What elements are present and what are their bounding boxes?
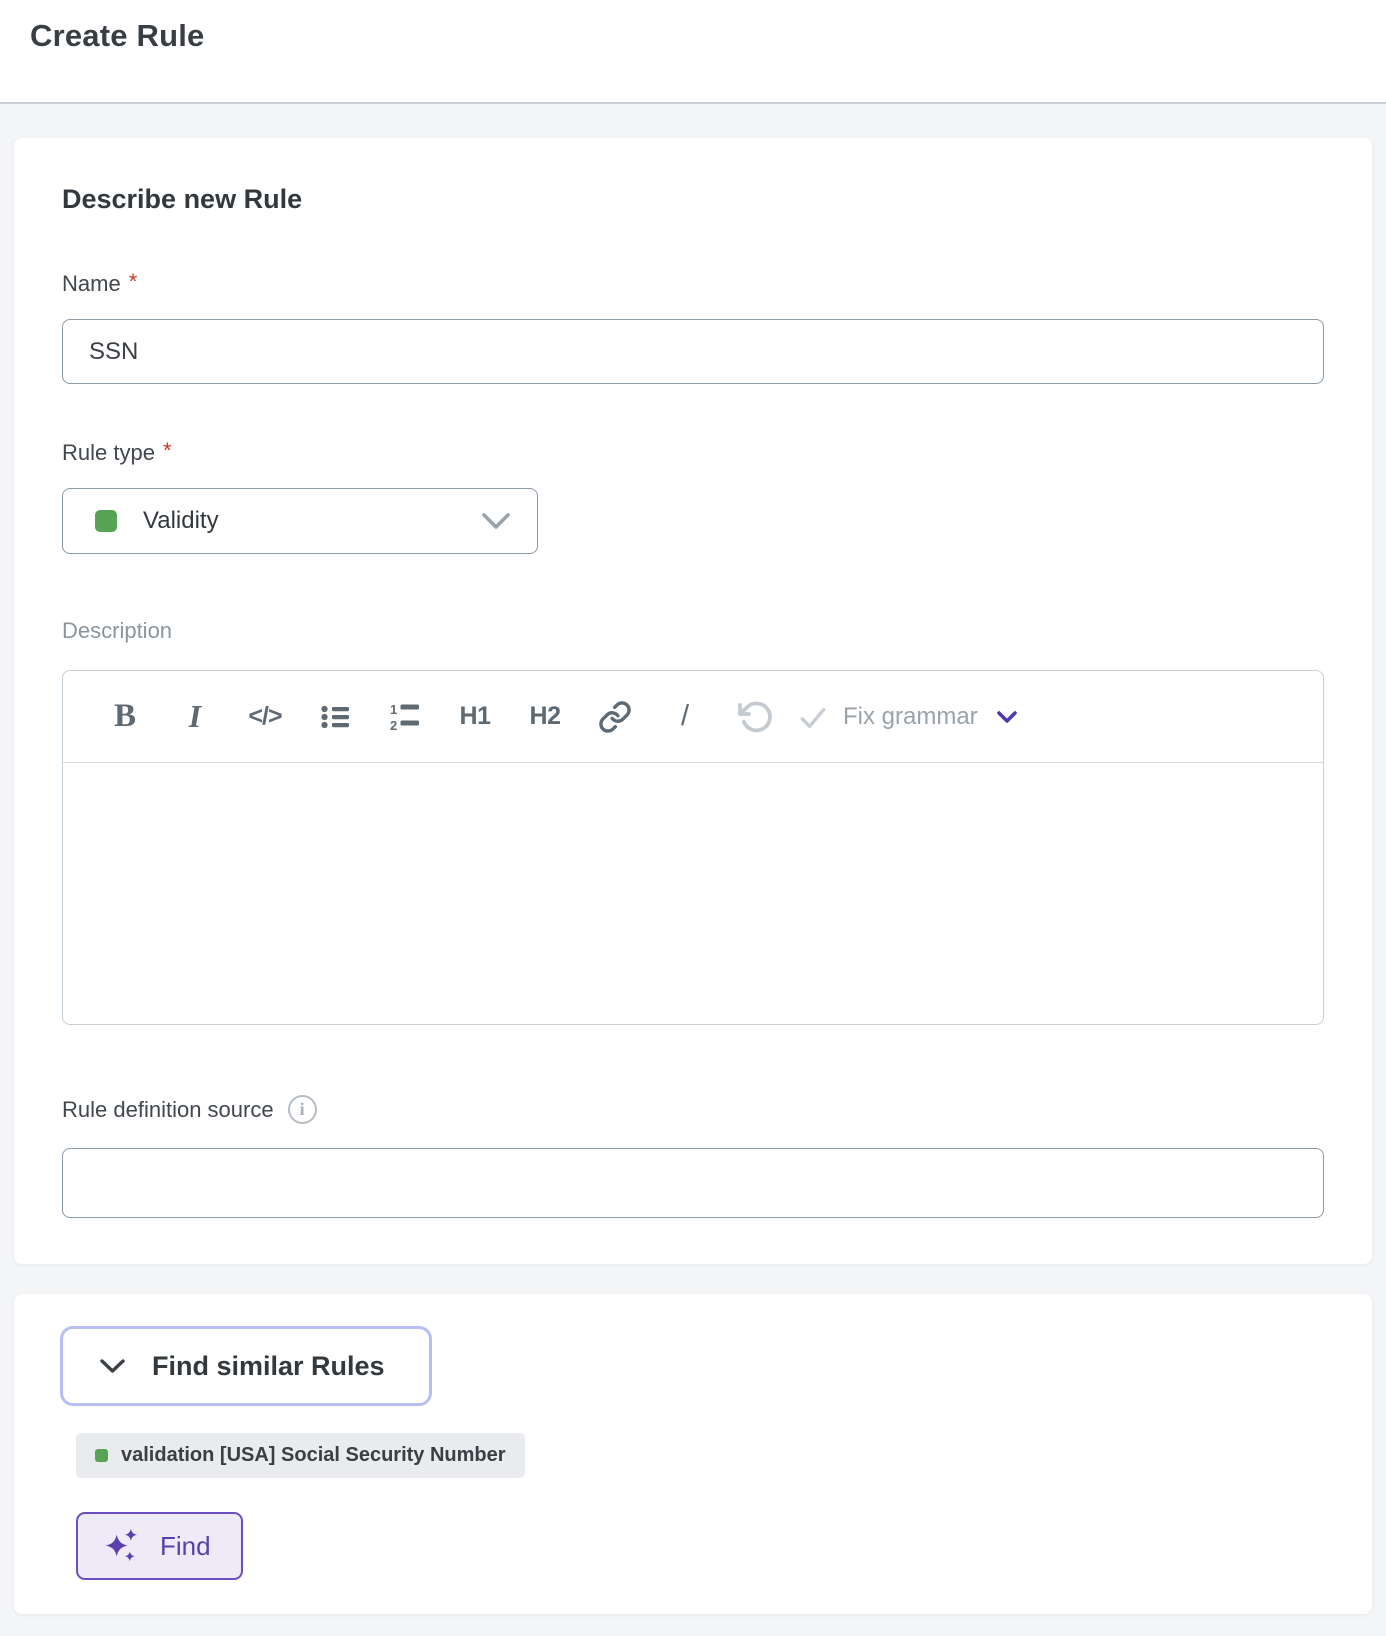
heading1-button[interactable]: H1 [449, 691, 501, 743]
heading2-button[interactable]: H2 [519, 691, 571, 743]
chevron-down-icon [99, 1358, 126, 1375]
find-similar-rules-toggle[interactable]: Find similar Rules [60, 1326, 432, 1406]
rule-tag-chip: validation [USA] Social Security Number [76, 1433, 525, 1478]
editor-toolbar: B I </> [63, 671, 1323, 763]
rule-definition-source-input[interactable] [62, 1148, 1324, 1218]
description-editor: B I </> [62, 670, 1324, 1025]
rule-type-select[interactable]: Validity [62, 488, 538, 554]
fix-grammar-label: Fix grammar [843, 703, 978, 731]
rule-type-selected-value: Validity [143, 507, 219, 535]
ai-sparkles-icon [102, 1525, 144, 1567]
required-asterisk: * [163, 440, 172, 462]
undo-icon [737, 699, 773, 735]
bullet-list-button[interactable] [309, 691, 361, 743]
svg-text:1: 1 [390, 702, 397, 717]
find-button[interactable]: Find [76, 1512, 243, 1580]
page-title: Create Rule [30, 18, 205, 54]
bold-button[interactable]: B [99, 691, 151, 743]
fix-grammar-button[interactable]: Fix grammar [791, 691, 984, 743]
tag-row: validation [USA] Social Security Number [60, 1406, 1324, 1478]
rule-type-label: Rule type * [62, 440, 1324, 466]
slash-command-button[interactable]: / [659, 691, 711, 743]
code-button[interactable]: </> [239, 691, 291, 743]
check-icon [797, 701, 829, 733]
name-label-text: Name [62, 271, 121, 297]
bullet-list-icon [319, 701, 351, 733]
name-label: Name * [62, 271, 1324, 297]
link-icon [598, 700, 632, 734]
find-similar-rules-label: Find similar Rules [152, 1351, 385, 1382]
validity-color-square-icon [95, 510, 117, 532]
chevron-down-icon [481, 512, 511, 531]
find-similar-rules-card: Find similar Rules validation [USA] Soci… [14, 1294, 1372, 1614]
required-asterisk: * [129, 271, 138, 293]
chevron-down-icon [996, 710, 1018, 724]
rule-type-label-text: Rule type [62, 440, 155, 466]
description-textarea[interactable] [63, 763, 1323, 1019]
ordered-list-button[interactable]: 1 2 [379, 691, 431, 743]
section-title: Describe new Rule [62, 183, 1324, 215]
describe-rule-card: Describe new Rule Name * Rule type * Val… [14, 138, 1372, 1264]
description-label-text: Description [62, 618, 172, 644]
undo-button[interactable] [729, 691, 781, 743]
tag-color-square-icon [95, 1449, 108, 1462]
description-label: Description [62, 618, 1324, 644]
link-button[interactable] [589, 691, 641, 743]
find-button-label: Find [160, 1531, 211, 1562]
ordered-list-icon: 1 2 [389, 701, 421, 733]
grammar-options-button[interactable] [990, 704, 1024, 730]
italic-button[interactable]: I [169, 691, 221, 743]
source-label: Rule definition source [62, 1097, 274, 1123]
tag-label: validation [USA] Social Security Number [121, 1444, 506, 1467]
info-icon[interactable]: i [288, 1095, 317, 1124]
source-label-row: Rule definition source i [62, 1095, 1324, 1124]
name-input[interactable] [62, 319, 1324, 384]
svg-text:2: 2 [390, 718, 397, 733]
page-body: Describe new Rule Name * Rule type * Val… [0, 138, 1386, 1614]
page-header: Create Rule [0, 0, 1386, 104]
